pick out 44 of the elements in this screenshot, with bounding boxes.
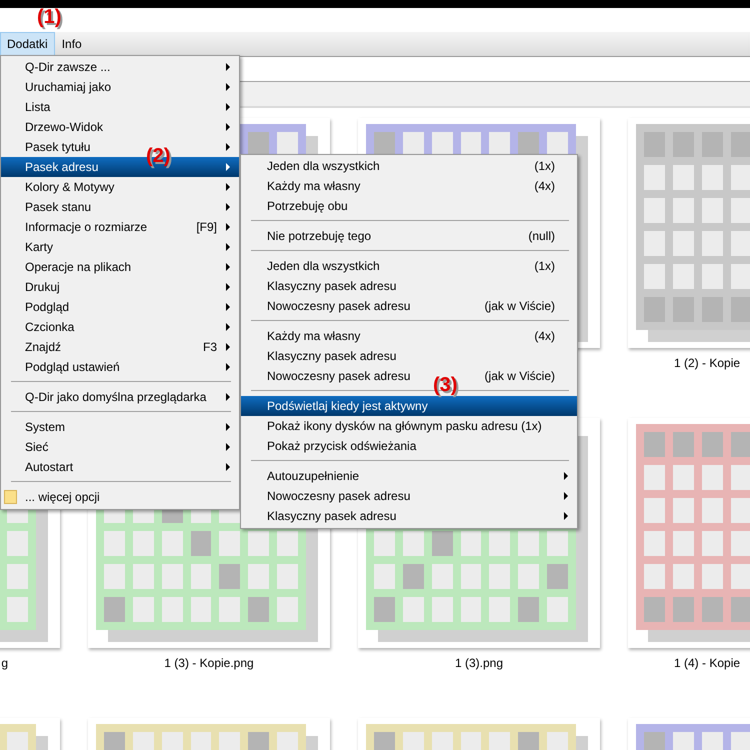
menu-item[interactable]: Karty — [1, 237, 239, 257]
menu-item[interactable]: Nie potrzebuję tego (null) — [241, 226, 577, 246]
menu-item[interactable]: Informacje o rozmiarze [F9] — [1, 217, 239, 237]
menu-item[interactable]: Podświetlaj kiedy jest aktywny — [241, 396, 577, 416]
menu-item[interactable]: Kolory & Motywy — [1, 177, 239, 197]
menu-item[interactable]: Drzewo-Widok — [1, 117, 239, 137]
menu-item[interactable]: Uruchamiaj jako — [1, 77, 239, 97]
file-name: g — [0, 656, 9, 670]
menu-item[interactable]: Klasyczny pasek adresu — [241, 276, 577, 296]
file-name: 1 (2) - Kopie — [673, 356, 742, 370]
menu-item[interactable]: System — [1, 417, 239, 437]
annotation-marker: (3) — [433, 374, 458, 397]
file-name: 1 (3).png — [454, 656, 504, 670]
menu-item[interactable]: Q-Dir jako domyślna przeglądarka — [1, 387, 239, 407]
menu-item[interactable]: Każdy ma własny (4x) — [241, 176, 577, 196]
menu-item[interactable]: Czcionka — [1, 317, 239, 337]
annotation-marker: (1) — [37, 6, 62, 29]
menu-item[interactable]: Q-Dir zawsze ... — [1, 57, 239, 77]
menu-item[interactable]: Pokaż ikony dysków na głównym pasku adresu (1x) — [241, 416, 577, 436]
menu-item[interactable]: Pokaż przycisk odświeżania — [241, 436, 577, 456]
file-name: 1 (4) - Kopie — [673, 656, 742, 670]
menu-item[interactable]: Pasek stanu — [1, 197, 239, 217]
menu-bar-item[interactable]: Info — [54, 32, 89, 56]
folder-icon — [4, 490, 17, 504]
menu-item[interactable]: Klasyczny pasek adresu — [241, 506, 577, 526]
menu-item[interactable]: Podgląd ustawień — [1, 357, 239, 377]
menu-item[interactable]: Drukuj — [1, 277, 239, 297]
menu-item[interactable]: Podgląd — [1, 297, 239, 317]
menu-item[interactable]: Operacje na plikach — [1, 257, 239, 277]
menu-item[interactable]: Potrzebuję obu — [241, 196, 577, 216]
menu-item[interactable]: Autouzupełnienie — [241, 466, 577, 486]
menu-item[interactable]: Jeden dla wszystkich (1x) — [241, 256, 577, 276]
menu-item[interactable]: Klasyczny pasek adresu — [241, 346, 577, 366]
menu-item[interactable]: Jeden dla wszystkich (1x) — [241, 156, 577, 176]
file-name: 1 (3) - Kopie.png — [163, 656, 255, 670]
menu-item[interactable]: Znajdź F3 — [1, 337, 239, 357]
menu-item[interactable]: Nowoczesny pasek adresu (jak w Viście) — [241, 296, 577, 316]
menu-bar-item[interactable]: Dodatki — [0, 32, 55, 56]
menu-item[interactable]: Lista — [1, 97, 239, 117]
menu-item[interactable]: Sieć — [1, 437, 239, 457]
menu-item[interactable]: Każdy ma własny (4x) — [241, 326, 577, 346]
menu-item[interactable]: Nowoczesny pasek adresu — [241, 486, 577, 506]
menu-item[interactable]: Autostart — [1, 457, 239, 477]
menu-item[interactable]: ... więcej opcji — [1, 487, 239, 507]
